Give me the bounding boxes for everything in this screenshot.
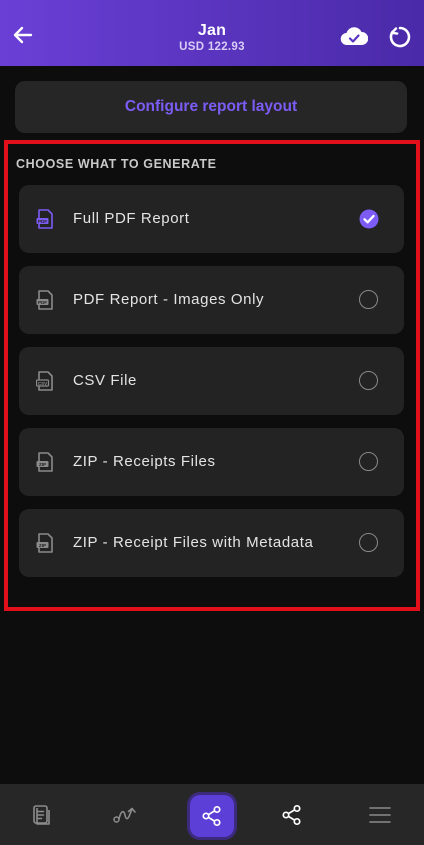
option-label: ZIP - Receipt Files with Metadata xyxy=(73,534,314,551)
sync-button[interactable] xyxy=(388,25,412,49)
option-full-pdf-report[interactable]: PDF Full PDF Report xyxy=(19,185,404,253)
top-app-bar: Jan USD 122.93 xyxy=(0,0,424,66)
configure-report-layout-button[interactable]: Configure report layout xyxy=(15,81,407,133)
cloud-check-icon xyxy=(340,27,369,46)
configure-report-layout-label: Configure report layout xyxy=(124,98,298,115)
svg-text:ZIP: ZIP xyxy=(39,543,46,548)
sync-icon xyxy=(389,26,411,48)
option-csv-file[interactable]: CSV CSV File xyxy=(19,347,404,415)
option-label: CSV File xyxy=(73,372,137,389)
checkmark-circle-icon xyxy=(359,209,379,229)
pdf-file-icon: PDF xyxy=(36,290,53,310)
share-icon xyxy=(282,804,301,825)
option-label: Full PDF Report xyxy=(73,210,190,227)
menu-icon xyxy=(369,806,391,823)
radio-unselected[interactable] xyxy=(359,371,378,390)
option-label: ZIP - Receipts Files xyxy=(73,453,216,470)
receipt-icon xyxy=(33,804,50,825)
svg-text:PDF: PDF xyxy=(38,219,47,224)
option-pdf-images-only[interactable]: PDF PDF Report - Images Only xyxy=(19,266,404,334)
share-icon xyxy=(202,805,221,827)
nav-menu[interactable] xyxy=(340,784,420,845)
svg-text:CSV: CSV xyxy=(38,381,47,386)
nav-share[interactable] xyxy=(252,784,332,845)
cloud-sync-button[interactable] xyxy=(340,26,369,46)
zip-file-icon: ZIP xyxy=(36,533,53,553)
nav-trips[interactable] xyxy=(86,784,166,845)
radio-unselected[interactable] xyxy=(359,452,378,471)
section-heading: CHOOSE WHAT TO GENERATE xyxy=(16,157,217,171)
radio-unselected[interactable] xyxy=(359,533,378,552)
svg-text:PDF: PDF xyxy=(38,300,47,305)
csv-file-icon: CSV xyxy=(36,371,53,391)
radio-unselected[interactable] xyxy=(359,290,378,309)
zip-file-icon: ZIP xyxy=(36,452,53,472)
option-label: PDF Report - Images Only xyxy=(73,291,265,308)
pdf-file-icon: PDF xyxy=(36,209,53,229)
route-icon xyxy=(113,807,136,823)
svg-text:ZIP: ZIP xyxy=(39,462,46,467)
option-zip-receipts-files[interactable]: ZIP ZIP - Receipts Files xyxy=(19,428,404,496)
nav-generate[interactable] xyxy=(190,795,234,837)
nav-receipts[interactable] xyxy=(2,784,82,845)
option-zip-receipts-metadata[interactable]: ZIP ZIP - Receipt Files with Metadata xyxy=(19,509,404,577)
